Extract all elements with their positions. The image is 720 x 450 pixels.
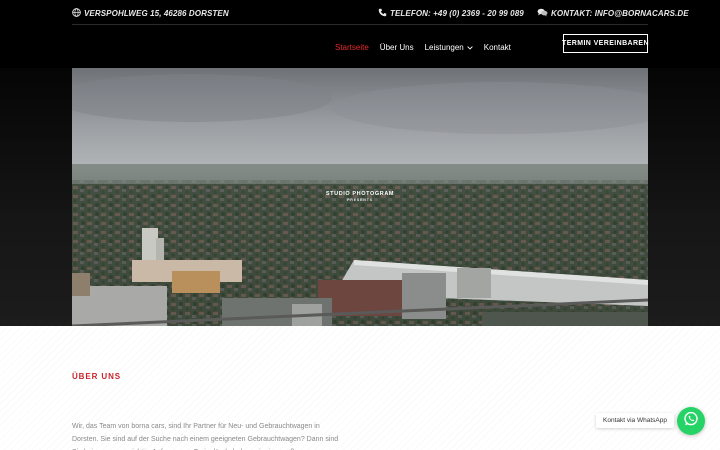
address-info: VERSPOHLWEG 15, 46286 DORSTEN (72, 8, 229, 19)
phone-text: TELEFON: +49 (0) 2369 - 20 99 089 (390, 9, 524, 18)
nav-item-ueber-uns[interactable]: Über Uns (380, 43, 414, 52)
video-title-text: STUDIO PHOTOGRAM (325, 191, 395, 197)
aerial-town-image (72, 68, 648, 326)
phone-info[interactable]: TELEFON: +49 (0) 2369 - 20 99 089 (378, 8, 524, 19)
email-text: KONTAKT: INFO@BORNACARS.DE (551, 9, 689, 18)
hero-video[interactable]: STUDIO PHOTOGRAM PRESENTS (72, 68, 648, 326)
phone-icon (378, 8, 390, 19)
chat-bubbles-icon (537, 8, 551, 19)
video-subtitle-text: PRESENTS (347, 198, 373, 202)
nav-item-leistungen[interactable]: Leistungen (425, 43, 473, 52)
appointment-button[interactable]: TERMIN VEREINBAREN (562, 34, 649, 53)
main-nav: Startseite Über Uns Leistungen Kontakt (335, 40, 522, 54)
nav-item-kontakt[interactable]: Kontakt (484, 43, 511, 52)
whatsapp-icon (683, 411, 699, 432)
whatsapp-label[interactable]: Kontakt via WhatsApp (596, 413, 674, 428)
address-text: VERSPOHLWEG 15, 46286 DORSTEN (84, 9, 229, 18)
email-info[interactable]: KONTAKT: INFO@BORNACARS.DE (537, 8, 689, 19)
nav-item-leistungen-label: Leistungen (424, 42, 464, 52)
whatsapp-button[interactable] (677, 407, 705, 435)
globe-icon (72, 8, 84, 19)
top-info-bar: VERSPOHLWEG 15, 46286 DORSTEN TELEFON: +… (72, 0, 689, 25)
site-header: VERSPOHLWEG 15, 46286 DORSTEN TELEFON: +… (0, 0, 720, 68)
about-section: ÜBER UNS Wir, das Team von borna cars, s… (0, 326, 720, 450)
chevron-down-icon (467, 43, 473, 52)
nav-item-startseite[interactable]: Startseite (335, 43, 369, 52)
section-title: ÜBER UNS (72, 372, 121, 381)
about-paragraph: Wir, das Team von borna cars, sind Ihr P… (72, 423, 339, 450)
